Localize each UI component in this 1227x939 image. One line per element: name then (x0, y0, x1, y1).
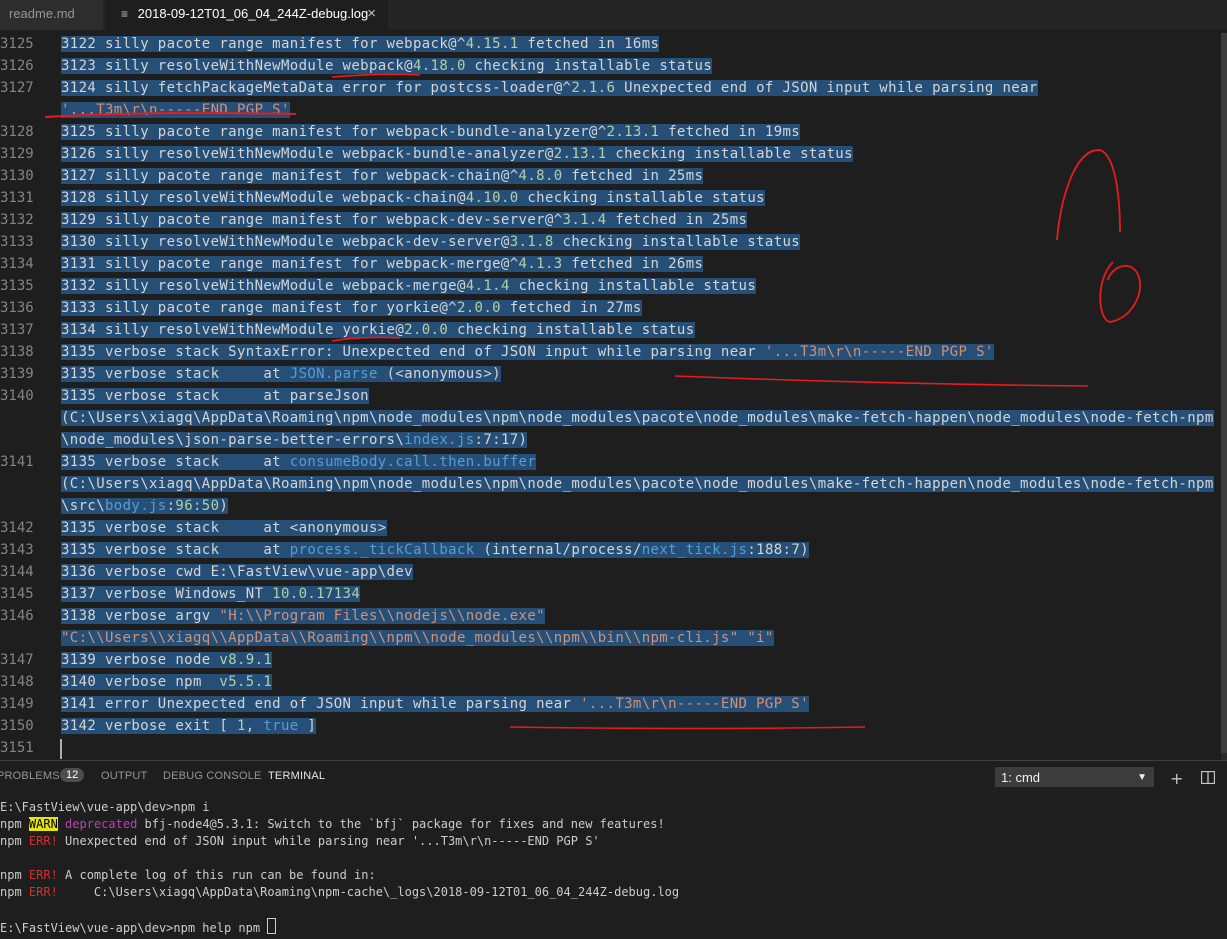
split-icon[interactable] (1200, 769, 1216, 788)
line-number: 3141 (0, 454, 34, 470)
code-line: 3135 verbose stack SyntaxError: Unexpect… (61, 344, 994, 360)
code-line: 3125 silly pacote range manifest for web… (61, 124, 801, 140)
code-line: '...T3m\r\n-----END PGP S' (61, 102, 290, 118)
line-number (0, 495, 40, 517)
line-number: 3147 (0, 652, 34, 668)
terminal-line: npm ERR! A complete log of this run can … (0, 868, 376, 882)
line-number: 3126 (0, 58, 34, 74)
code-line: 3135 verbose stack at parseJson (61, 388, 369, 404)
terminal-cursor (267, 918, 277, 934)
lines-file-icon: ≡ (121, 7, 129, 21)
editor-area[interactable]: 3125 3122 silly pacote range manifest for… (0, 33, 1227, 760)
code-line: 3122 silly pacote range manifest for web… (61, 36, 660, 52)
code-line: 3128 silly resolveWithNewModule webpack-… (61, 190, 765, 206)
tab-output[interactable]: OUTPUT (101, 770, 147, 782)
line-number: 3148 (0, 674, 34, 690)
line-number: 3136 (0, 300, 34, 316)
code-line: 3130 silly resolveWithNewModule webpack-… (61, 234, 801, 250)
scrollbar-thumb[interactable] (1221, 33, 1227, 753)
code-line: 3136 verbose cwd E:\FastView\vue-app\dev (61, 564, 413, 580)
line-number (0, 99, 40, 121)
tab-debug-log[interactable]: ≡ 2018-09-12T01_06_04_244Z-debug.log × (105, 0, 388, 30)
code-line: 3134 silly resolveWithNewModule yorkie@2… (61, 322, 695, 338)
code-line: 3135 verbose stack at <anonymous> (61, 520, 387, 536)
code-line: \node_modules\json-parse-better-errors\i… (61, 432, 528, 448)
terminal-line: E:\FastView\vue-app\dev>npm help npm (0, 918, 277, 937)
line-number: 3134 (0, 256, 34, 272)
code-line: 3135 verbose stack at JSON.parse (<anony… (61, 366, 501, 382)
terminal-select-value: 1: cmd (1001, 770, 1041, 785)
line-number: 3133 (0, 234, 34, 250)
code-line: 3133 silly pacote range manifest for yor… (61, 300, 642, 316)
panel-tabs: PROBLEMS 12 OUTPUT DEBUG CONSOLE TERMINA… (0, 761, 1227, 793)
terminal-line: E:\FastView\vue-app\dev>npm i (0, 800, 210, 814)
line-number: 3138 (0, 344, 34, 360)
line-number (0, 429, 40, 451)
code-line: "C:\\Users\\xiagq\\AppData\\Roaming\\npm… (61, 630, 774, 646)
editor-tab-bar: readme.md ≡ 2018-09-12T01_06_04_244Z-deb… (0, 0, 1227, 30)
line-number: 3150 (0, 718, 34, 734)
line-number: 3132 (0, 212, 34, 228)
terminal-select[interactable]: 1: cmd ▼ (995, 767, 1154, 787)
tab-problems[interactable]: PROBLEMS (0, 770, 60, 782)
line-number: 3130 (0, 168, 34, 184)
line-number: 3143 (0, 542, 34, 558)
code-line: 3139 verbose node v8.9.1 (61, 652, 273, 668)
line-number: 3125 (0, 36, 34, 52)
line-number: 3149 (0, 696, 34, 712)
line-number: 3127 (0, 80, 34, 96)
bottom-panel: PROBLEMS 12 OUTPUT DEBUG CONSOLE TERMINA… (0, 760, 1227, 939)
line-number: 3135 (0, 278, 34, 294)
line-number: 3128 (0, 124, 34, 140)
line-number (0, 407, 40, 429)
code-line: 3138 verbose argv "H:\\Program Files\\no… (61, 608, 545, 624)
line-number: 3139 (0, 366, 34, 382)
code-line: 3127 silly pacote range manifest for web… (61, 168, 704, 184)
text-cursor (60, 739, 62, 759)
close-icon[interactable]: × (367, 0, 376, 28)
code-line: (C:\Users\xiagq\AppData\Roaming\npm\node… (61, 476, 1214, 492)
code-line: 3137 verbose Windows_NT 10.0.17134 (61, 586, 361, 602)
line-number: 3131 (0, 190, 34, 206)
terminal-line: npm ERR! Unexpected end of JSON input wh… (0, 834, 600, 848)
terminal-line: npm ERR! C:\Users\xiagq\AppData\Roaming\… (0, 885, 680, 899)
line-number: 3140 (0, 388, 34, 404)
code-line: (C:\Users\xiagq\AppData\Roaming\npm\node… (61, 410, 1214, 426)
line-number: 3129 (0, 146, 34, 162)
line-number (0, 627, 40, 649)
code-line: 3123 silly resolveWithNewModule webpack@… (61, 58, 713, 74)
code-line: 3129 silly pacote range manifest for web… (61, 212, 748, 228)
plus-icon[interactable]: + (1170, 769, 1183, 788)
line-number: 3146 (0, 608, 34, 624)
code-line: 3141 error Unexpected end of JSON input … (61, 696, 809, 712)
problems-count-badge: 12 (60, 768, 85, 782)
tab-readme[interactable]: readme.md (0, 0, 104, 30)
code-line: 3142 verbose exit [ 1, true ] (61, 718, 317, 734)
code-line: 3135 verbose stack at process._tickCallb… (61, 542, 809, 558)
code-line: \src\body.js:96:50) (61, 498, 229, 514)
tab-debug-log-label: 2018-09-12T01_06_04_244Z-debug.log (137, 6, 369, 21)
code-line: 3135 verbose stack at consumeBody.call.t… (61, 454, 537, 470)
line-number (0, 473, 40, 495)
editor-scrollbar[interactable] (1221, 33, 1227, 760)
line-number: 3142 (0, 520, 34, 536)
tab-debug-console[interactable]: DEBUG CONSOLE (163, 770, 262, 782)
tab-terminal[interactable]: TERMINAL (268, 770, 325, 782)
code-line: 3124 silly fetchPackageMetaData error fo… (61, 80, 1038, 96)
code-line: 3131 silly pacote range manifest for web… (61, 256, 704, 272)
code-line: 3132 silly resolveWithNewModule webpack-… (61, 278, 757, 294)
tab-readme-label: readme.md (9, 6, 75, 21)
line-number: 3151 (0, 740, 34, 756)
code-line: 3140 verbose npm v5.5.1 (61, 674, 273, 690)
line-number: 3137 (0, 322, 34, 338)
line-number: 3144 (0, 564, 34, 580)
code-line: 3126 silly resolveWithNewModule webpack-… (61, 146, 853, 162)
terminal-line: npm WARN deprecated bfj-node4@5.3.1: Swi… (0, 817, 665, 831)
chevron-down-icon: ▼ (1137, 772, 1147, 783)
line-number: 3145 (0, 586, 34, 602)
